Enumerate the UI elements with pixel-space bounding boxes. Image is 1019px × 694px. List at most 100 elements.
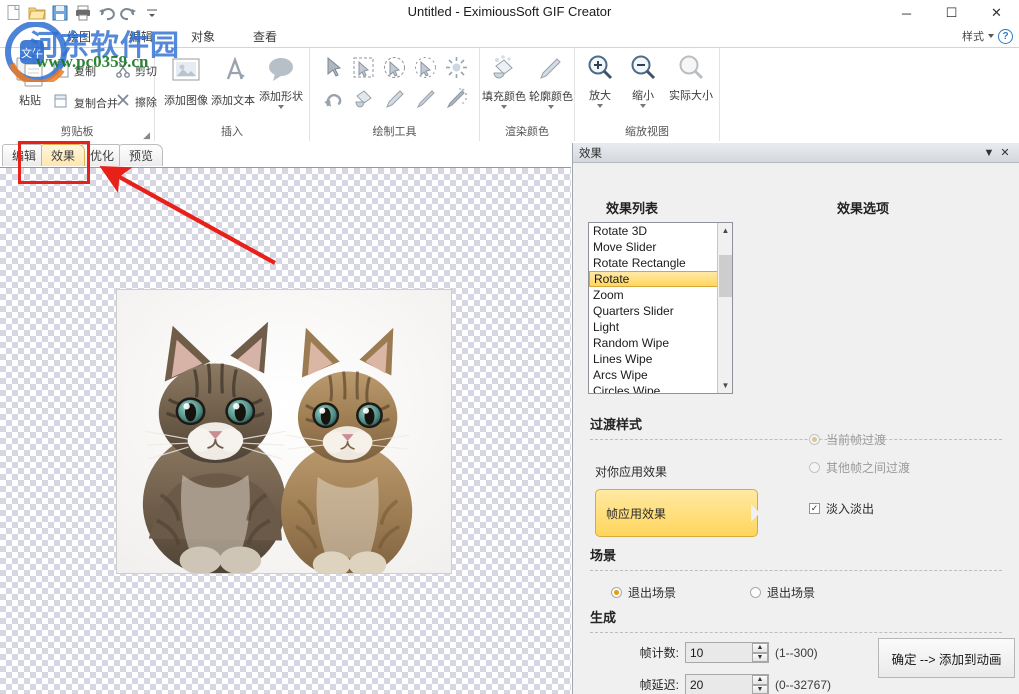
print-icon[interactable] — [73, 3, 93, 23]
copy-icon — [52, 60, 70, 81]
frame-delay-spin-up-icon[interactable]: ▲ — [752, 675, 768, 685]
effect-item-light[interactable]: Light — [589, 319, 732, 335]
ribbon-tab-draw[interactable]: 绘图 — [62, 26, 96, 48]
undo-icon[interactable] — [96, 3, 116, 23]
effect-item-circles-wipe[interactable]: Circles Wipe — [589, 383, 732, 393]
minimize-button[interactable]: ─ — [884, 0, 929, 26]
radio-between-frames-transition[interactable]: 其他帧之间过渡 — [809, 459, 910, 476]
scrollbar-thumb[interactable] — [719, 255, 732, 297]
canvas-image-frame[interactable] — [116, 289, 452, 574]
select-lasso-tool-button[interactable] — [381, 54, 408, 84]
panel-close-icon[interactable]: ✕ — [997, 146, 1013, 159]
magic-wand-tool-button[interactable] — [443, 54, 470, 84]
brush-tool-button[interactable] — [412, 86, 439, 116]
frame-count-spin-buttons[interactable]: ▲ ▼ — [752, 643, 768, 662]
frame-apply-effect-button[interactable]: 帧应用效果 — [595, 489, 758, 537]
ribbon-tab-view[interactable]: 查看 — [248, 26, 282, 48]
radio-exit-scene-right-icon[interactable] — [750, 587, 761, 598]
actual-size-button[interactable]: 实际大小 — [665, 53, 717, 103]
effect-item-lines-wipe[interactable]: Lines Wipe — [589, 351, 732, 367]
quick-access-toolbar — [4, 2, 162, 24]
close-button[interactable]: ✕ — [974, 0, 1019, 26]
select-rect-tool-button[interactable] — [350, 54, 377, 84]
radio-between-frames-icon[interactable] — [809, 462, 820, 473]
maximize-button[interactable]: ☐ — [929, 0, 974, 26]
ribbon-tab-edit[interactable]: 编辑 — [124, 26, 159, 48]
ribbon-group-drawing-tools-body — [310, 48, 479, 124]
frame-delay-spin-down-icon[interactable]: ▼ — [752, 684, 768, 694]
redo-icon[interactable] — [119, 3, 139, 23]
dialog-launcher-icon[interactable]: ◢ — [143, 127, 150, 144]
zoom-out-caret-icon[interactable] — [640, 104, 646, 108]
erase-button[interactable]: 擦除 — [115, 92, 157, 111]
pointer-tool-button[interactable] — [320, 54, 347, 84]
outline-color-caret-icon[interactable] — [548, 105, 554, 109]
ribbon-group-clipboard: 粘贴 复制 复制合并 剪切 擦除 剪贴板 ◢ — [0, 48, 157, 144]
ribbon-tab-object[interactable]: 对象 — [186, 26, 220, 48]
qat-more-icon[interactable] — [142, 3, 162, 23]
frame-count-spin-up-icon[interactable]: ▲ — [752, 643, 768, 653]
sparkle-pen-tool-button[interactable] — [443, 86, 470, 116]
effect-item-rotate[interactable]: Rotate — [589, 271, 732, 287]
effect-item-arcs-wipe[interactable]: Arcs Wipe — [589, 367, 732, 383]
ribbon-group-render-colors-body: 填充颜色 轮廓颜色 — [480, 48, 574, 124]
paste-button[interactable]: 粘贴 — [8, 54, 52, 108]
zoom-in-caret-icon[interactable] — [597, 104, 603, 108]
fade-checkbox-icon[interactable]: ✓ — [809, 503, 820, 514]
zoom-in-button[interactable]: 放大 — [579, 53, 621, 108]
effect-item-rotate-rectangle[interactable]: Rotate Rectangle — [589, 255, 732, 271]
confirm-add-to-animation-button[interactable]: 确定 --> 添加到动画 — [878, 638, 1015, 678]
panel-collapse-icon[interactable]: ▼ — [981, 147, 997, 159]
select-rect-icon — [350, 54, 377, 84]
effect-item-quarters-slider[interactable]: Quarters Slider — [589, 303, 732, 319]
add-shape-caret-icon[interactable] — [278, 105, 284, 109]
outline-color-button[interactable]: 轮廓颜色 — [528, 54, 574, 109]
canvas-area[interactable] — [0, 166, 571, 694]
radio-current-frame-icon[interactable] — [809, 434, 820, 445]
radio-current-frame-transition[interactable]: 当前帧过渡 — [809, 431, 886, 448]
pencil-tool-button[interactable] — [381, 86, 408, 116]
radio-exit-scene-left-icon[interactable] — [611, 587, 622, 598]
frame-count-stepper[interactable]: ▲ ▼ — [685, 642, 769, 663]
bucket-tool-button[interactable] — [350, 86, 377, 116]
effects-panel-header: 效果 ▼ ✕ — [573, 143, 1019, 163]
fill-color-caret-icon[interactable] — [501, 105, 507, 109]
help-icon[interactable]: ? — [998, 28, 1013, 44]
pointer-icon — [320, 54, 347, 84]
cut-button[interactable]: 剪切 — [115, 60, 157, 81]
select-free-tool-button[interactable] — [412, 54, 439, 84]
effect-list-scrollbar[interactable]: ▲ ▼ — [717, 223, 732, 393]
style-dropdown-label[interactable]: 样式 — [962, 28, 984, 44]
ribbon-group-zoom-view-body: 放大 缩小 实际大小 — [575, 48, 719, 124]
effect-item-move-slider[interactable]: Move Slider — [589, 239, 732, 255]
frame-delay-spin-buttons[interactable]: ▲ ▼ — [752, 675, 768, 694]
new-doc-icon[interactable] — [4, 3, 24, 23]
effect-item-random-wipe[interactable]: Random Wipe — [589, 335, 732, 351]
add-text-button[interactable]: 添加文本 — [210, 54, 256, 108]
checkbox-fade-in-out[interactable]: ✓ 淡入淡出 — [809, 500, 874, 517]
open-folder-icon[interactable] — [27, 3, 47, 23]
save-icon[interactable] — [50, 3, 70, 23]
add-image-button[interactable]: 添加图像 — [163, 54, 209, 108]
effect-item-rotate-3d[interactable]: Rotate 3D — [589, 223, 732, 239]
scroll-up-icon[interactable]: ▲ — [718, 223, 732, 238]
frame-delay-stepper[interactable]: ▲ ▼ — [685, 674, 769, 694]
ribbon-group-empty-title — [720, 124, 1019, 141]
copy-button[interactable]: 复制 — [52, 60, 96, 81]
radio-exit-scene-right[interactable]: 退出场景 — [750, 584, 815, 601]
add-shape-button[interactable]: 添加形状 — [257, 54, 305, 109]
scroll-down-icon[interactable]: ▼ — [718, 378, 732, 393]
effect-list[interactable]: Rotate 3D Move Slider Rotate Rectangle R… — [588, 222, 733, 394]
chevron-down-icon[interactable] — [988, 34, 994, 38]
frame-delay-row: 帧延迟: ▲ ▼ (0--32767) — [623, 674, 831, 694]
frame-count-spin-down-icon[interactable]: ▼ — [752, 652, 768, 662]
radio-exit-scene-right-label: 退出场景 — [767, 586, 816, 600]
ribbon-group-zoom-view-title: 缩放视图 — [575, 124, 719, 141]
copy-merged-button[interactable]: 复制合并 — [52, 92, 118, 113]
fill-color-button[interactable]: 填充颜色 — [481, 54, 527, 109]
radio-exit-scene-left[interactable]: 退出场景 — [611, 584, 676, 601]
effect-item-zoom[interactable]: Zoom — [589, 287, 732, 303]
generate-heading: 生成 — [590, 610, 617, 625]
zoom-out-button[interactable]: 缩小 — [622, 53, 664, 108]
undo-curve-tool-button[interactable] — [320, 86, 347, 116]
